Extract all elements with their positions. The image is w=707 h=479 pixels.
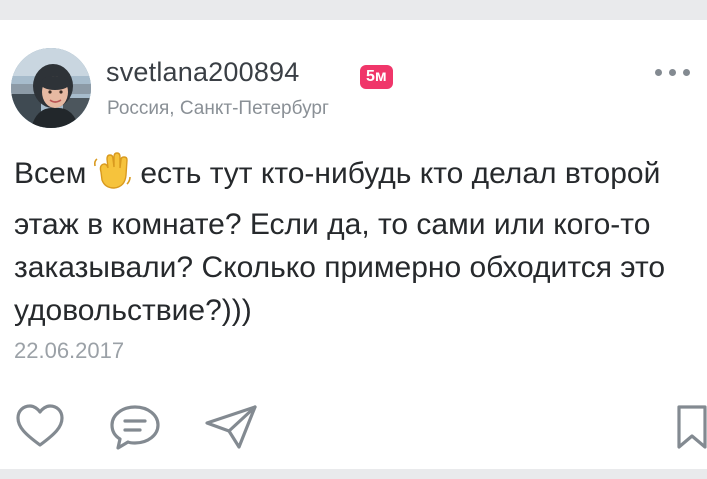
- more-dot: [683, 68, 690, 76]
- waving-hand-icon: [92, 151, 132, 203]
- like-button[interactable]: [15, 403, 65, 451]
- avatar[interactable]: [11, 48, 91, 128]
- bookmark-button[interactable]: [672, 403, 707, 451]
- more-options-button[interactable]: [655, 64, 703, 80]
- location[interactable]: Россия, Санкт-Петербург: [107, 98, 329, 120]
- top-separator: [0, 0, 707, 20]
- comment-button[interactable]: [107, 403, 163, 451]
- share-button[interactable]: [203, 403, 259, 451]
- post-date: 22.06.2017: [14, 338, 125, 363]
- time-badge: 5м: [360, 65, 393, 89]
- post-text: Всем есть тут кто-нибудь кто делал второй…: [14, 151, 704, 332]
- username[interactable]: svetlana200894: [106, 57, 299, 88]
- post-card: svetlana200894 5м Россия, Санкт-Петербур…: [0, 20, 707, 469]
- more-horizontal-icon: [655, 68, 662, 76]
- heart-icon: [16, 404, 64, 447]
- bookmark-icon: [677, 405, 707, 449]
- bottom-separator: [0, 469, 707, 479]
- post-text-start: Всем: [14, 157, 87, 190]
- comment-bubble-icon: [110, 405, 160, 450]
- avatar-image: [11, 48, 91, 128]
- paper-plane-icon: [205, 405, 257, 449]
- more-dot: [669, 68, 676, 76]
